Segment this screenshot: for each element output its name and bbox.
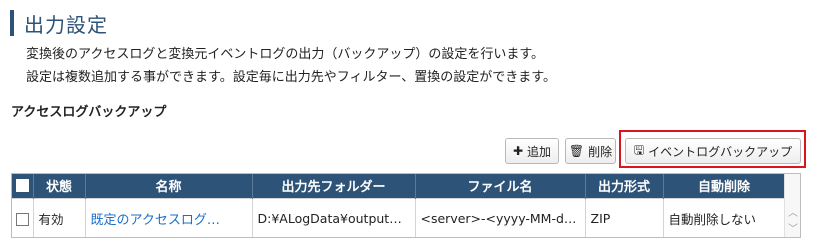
event-log-backup-button[interactable]: 🖫 イベントログバックアップ [625,138,801,164]
output-settings-table: 状態 名称 出力先フォルダー ファイル名 出力形式 自動削除 有効 既定のアクセ… [12,174,786,237]
save-icon: 🖫 [633,142,645,157]
status-cell: 有効 [33,197,86,237]
table-row[interactable]: 有効 既定のアクセスログ… D:¥ALogData¥output¥… <serv… [12,197,786,237]
column-header-format[interactable]: 出力形式 [585,174,664,198]
description-line-1: 変換後のアクセスログと変換元イベントログの出力（バックアップ）の設定を行います。 [26,47,545,62]
filename-cell: <server>-<yyyy-MM-d… [415,197,586,237]
select-all-checkbox[interactable] [15,179,29,193]
select-all-header[interactable] [12,174,34,198]
column-header-auto-delete[interactable]: 自動削除 [663,174,786,198]
title-accent-bar [10,10,14,36]
row-checkbox-cell[interactable] [12,197,34,237]
name-link[interactable]: 既定のアクセスログ… [91,213,220,228]
chevron-up-icon[interactable]: ︿ [788,204,798,219]
column-header-status[interactable]: 状態 [33,174,86,198]
column-header-folder[interactable]: 出力先フォルダー [252,174,416,198]
trash-icon: 🗑 [568,144,585,158]
chevron-down-icon[interactable]: ﹀ [788,220,798,235]
name-cell: 既定のアクセスログ… [85,197,253,237]
section-title: アクセスログバックアップ [11,105,167,120]
delete-button[interactable]: 🗑 削除 [565,138,616,164]
row-checkbox[interactable] [15,212,29,226]
page-title: 出力設定 [24,12,108,37]
page-header: 出力設定 [10,8,108,38]
folder-cell: D:¥ALogData¥output¥… [252,197,416,237]
event-log-backup-label: イベントログバックアップ [648,144,793,159]
format-cell: ZIP [585,197,664,237]
column-header-filename[interactable]: ファイル名 [415,174,586,198]
output-settings-grid: 状態 名称 出力先フォルダー ファイル名 出力形式 自動削除 有効 既定のアクセ… [11,173,801,238]
table-header-row: 状態 名称 出力先フォルダー ファイル名 出力形式 自動削除 [12,174,786,198]
description-line-2: 設定は複数追加する事ができます。設定毎に出力先やフィルター、置換の設定ができます… [26,70,557,85]
vertical-scrollbar[interactable]: ︿ ﹀ [784,174,800,237]
add-button-label: 追加 [527,144,552,159]
column-header-name[interactable]: 名称 [85,174,253,198]
auto-delete-cell: 自動削除しない [663,197,786,237]
add-button[interactable]: ✚ 追加 [505,138,559,164]
delete-button-label: 削除 [588,144,613,159]
plus-icon: ✚ [512,144,524,158]
